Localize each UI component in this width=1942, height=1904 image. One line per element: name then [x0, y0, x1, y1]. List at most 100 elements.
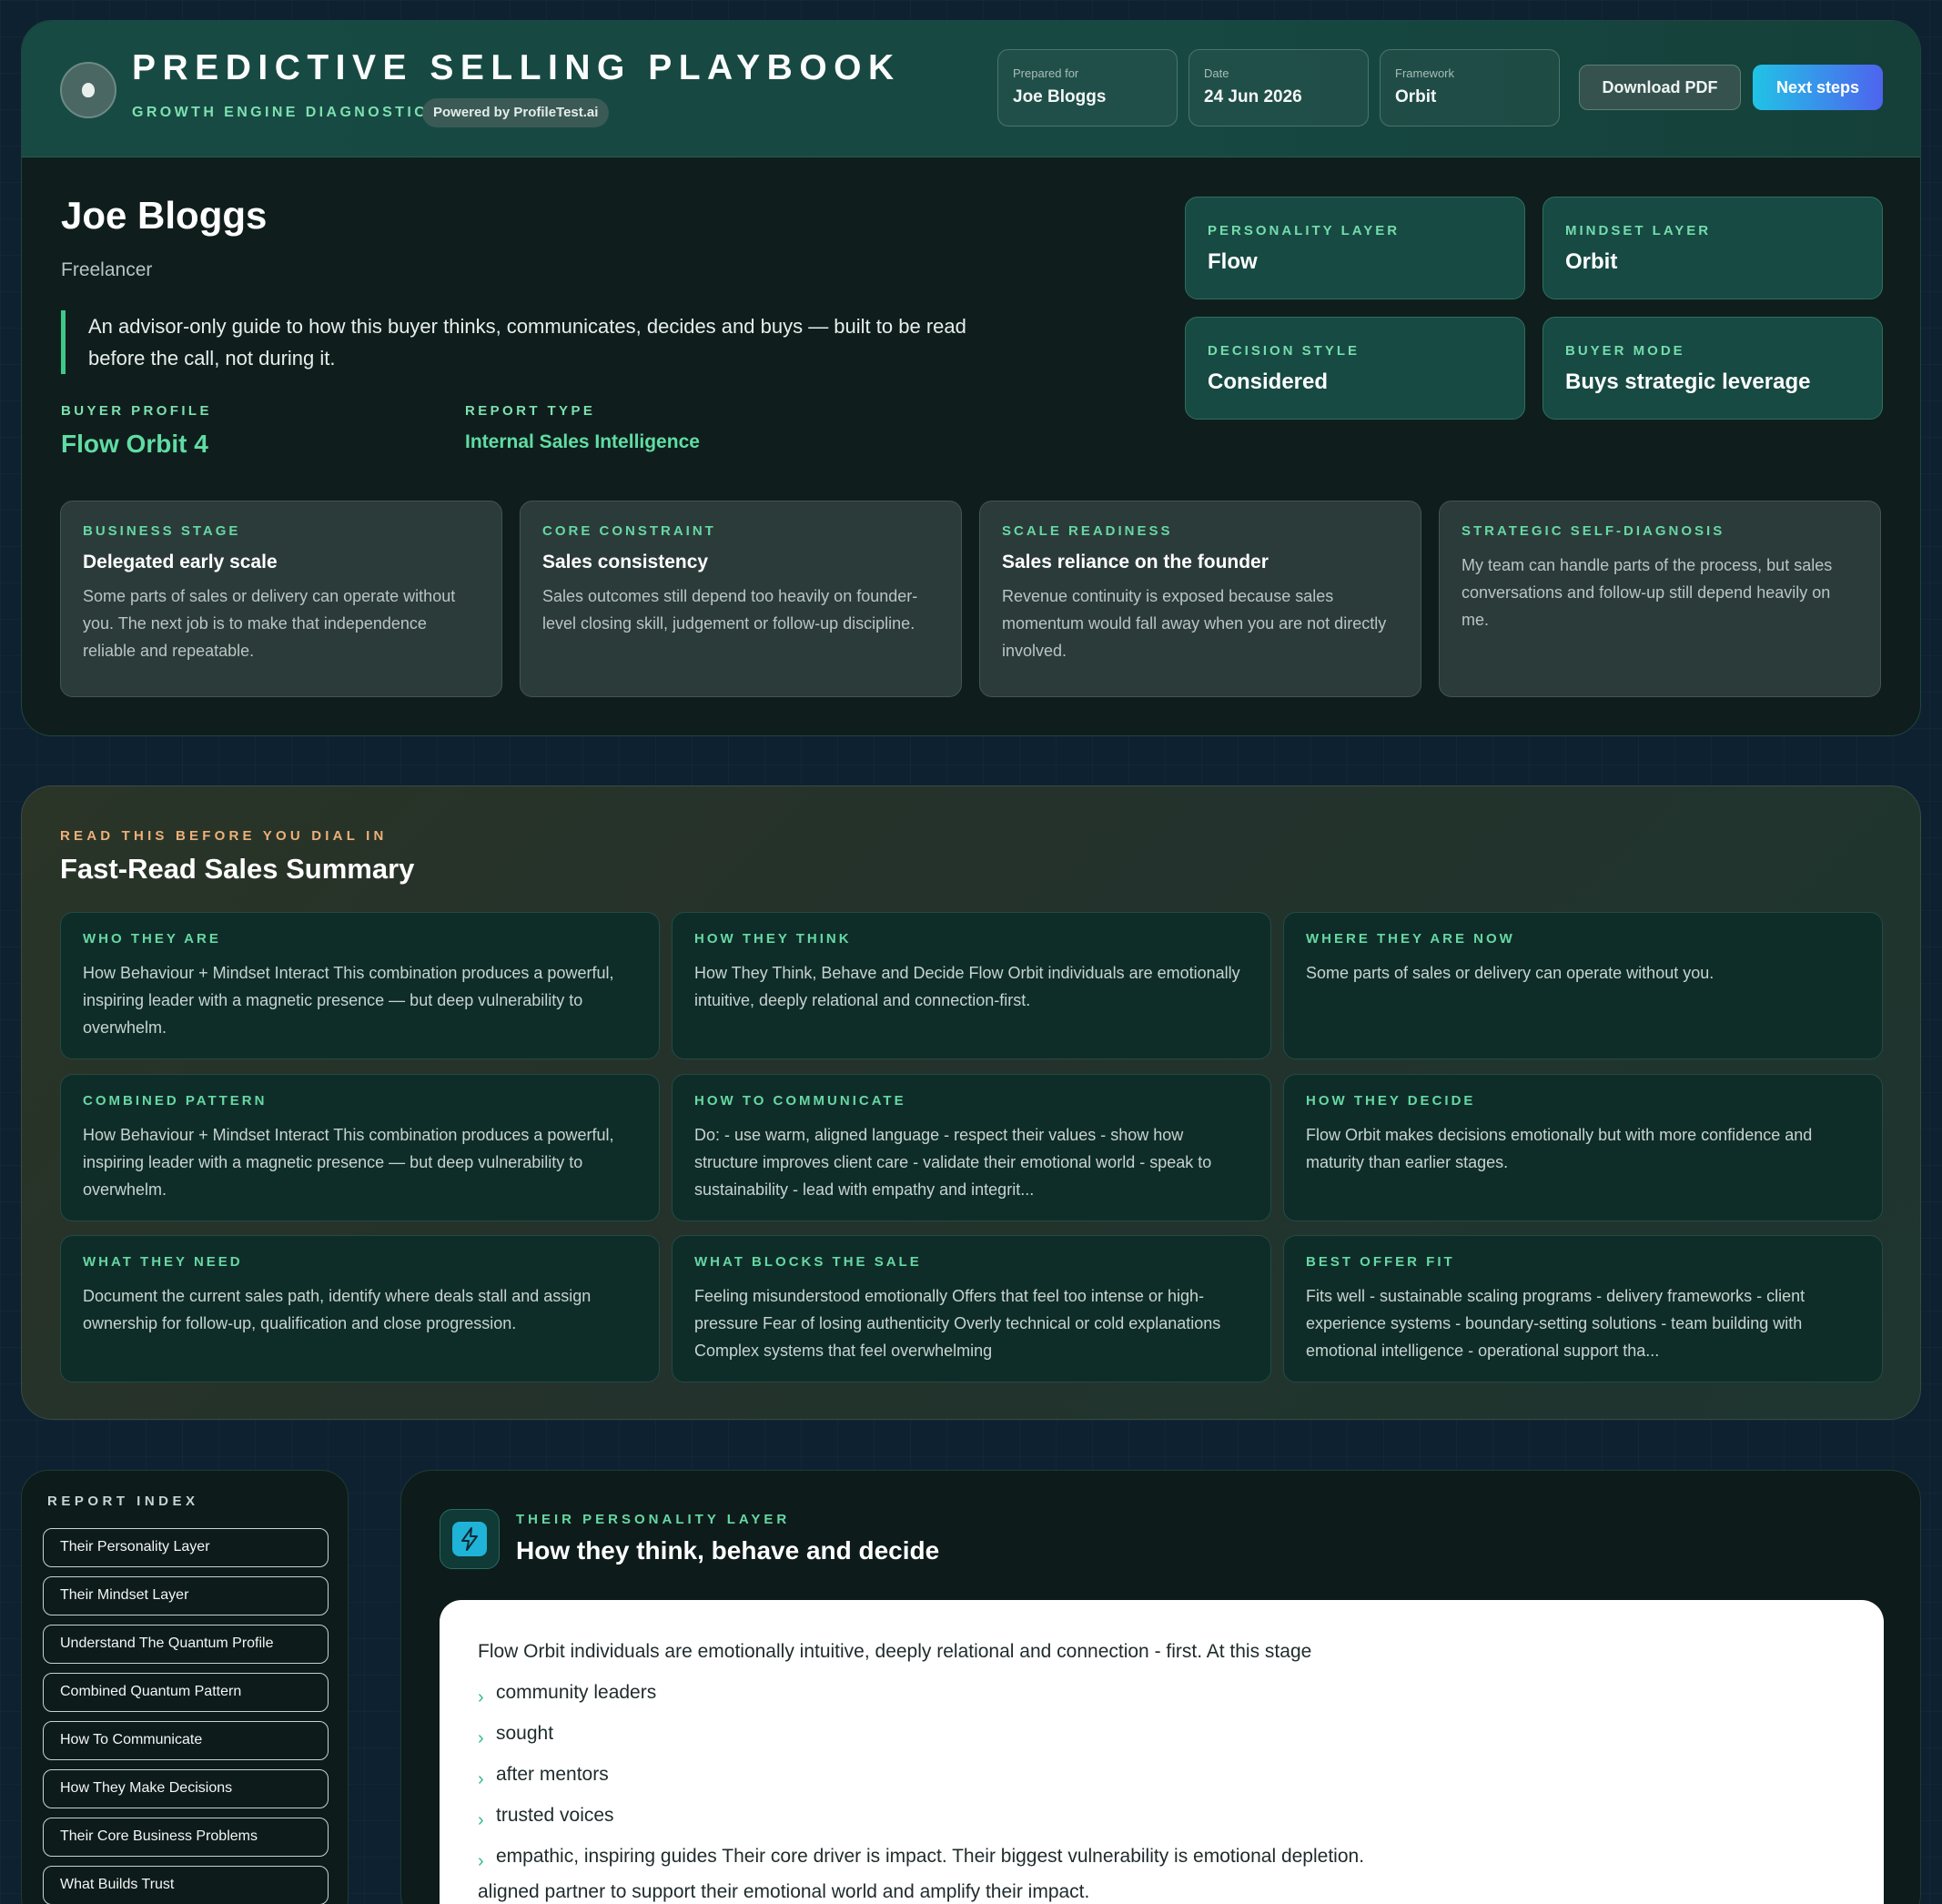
list-item-text: community leaders: [496, 1682, 657, 1703]
report-type-value: Internal Sales Intelligence: [465, 431, 700, 452]
summary-tile-think: HOW THEY THINK How They Think, Behave an…: [672, 912, 1271, 1059]
tile-text: Do: - use warm, aligned language - respe…: [694, 1126, 1212, 1199]
powered-by-badge: Powered by ProfileTest.ai: [422, 98, 610, 127]
tile-label: WHO THEY ARE: [83, 931, 221, 947]
lightning-icon: [440, 1509, 500, 1569]
chevron-right-icon: ›: [478, 1851, 484, 1871]
next-steps-button[interactable]: Next steps: [1753, 65, 1883, 110]
summary-kicker: READ THIS BEFORE YOU DIAL IN: [60, 828, 388, 844]
stage-text: Sales outcomes still depend too heavily …: [542, 587, 918, 633]
meta-value: Orbit: [1395, 87, 1437, 106]
chevron-right-icon: ›: [478, 1728, 484, 1748]
report-type-label: REPORT TYPE: [465, 403, 596, 419]
index-item-mindset-layer[interactable]: Their Mindset Layer: [43, 1576, 329, 1615]
tile-label: BEST OFFER FIT: [1306, 1254, 1455, 1270]
tile-label: HOW TO COMMUNICATE: [694, 1093, 906, 1109]
summary-tile-now: WHERE THEY ARE NOW Some parts of sales o…: [1283, 912, 1883, 1059]
chevron-right-icon: ›: [478, 1687, 484, 1707]
download-pdf-button[interactable]: Download PDF: [1579, 65, 1741, 110]
index-item-business-problems[interactable]: Their Core Business Problems: [43, 1818, 329, 1857]
layer-label: BUYER MODE: [1565, 343, 1685, 359]
chevron-right-icon: ›: [478, 1810, 484, 1830]
summary-tile-need: WHAT THEY NEED Document the current sale…: [60, 1235, 660, 1382]
report-index: REPORT INDEX Their Personality Layer The…: [21, 1470, 349, 1904]
layer-value: Orbit: [1565, 249, 1618, 274]
meta-label: Prepared for: [1013, 66, 1079, 80]
personality-section: THEIR PERSONALITY LAYER How they think, …: [400, 1470, 1921, 1904]
index-item-decisions[interactable]: How They Make Decisions: [43, 1769, 329, 1808]
content-lead: Flow Orbit individuals are emotionally i…: [478, 1641, 1312, 1662]
stage-label: BUSINESS STAGE: [83, 523, 241, 539]
summary-tile-blocks: WHAT BLOCKS THE SALE Feeling misundersto…: [672, 1235, 1271, 1382]
buyer-profile: BUYER PROFILE Flow Orbit 4: [61, 403, 212, 459]
content-tail: aligned partner to support their emotion…: [478, 1881, 1090, 1902]
tile-text: Some parts of sales or delivery can oper…: [1306, 964, 1714, 982]
index-item-combined-pattern[interactable]: Combined Quantum Pattern: [43, 1673, 329, 1712]
sales-summary-card: READ THIS BEFORE YOU DIAL IN Fast-Read S…: [21, 785, 1921, 1420]
summary-tile-communicate: HOW TO COMMUNICATE Do: - use warm, align…: [672, 1074, 1271, 1221]
stage-title: Sales reliance on the founder: [1002, 552, 1269, 572]
stage-label: SCALE READINESS: [1002, 523, 1173, 539]
tile-label: WHAT THEY NEED: [83, 1254, 243, 1270]
stage-label: CORE CONSTRAINT: [542, 523, 716, 539]
buyer-profile-value: Flow Orbit 4: [61, 430, 208, 458]
tile-label: WHERE THEY ARE NOW: [1306, 931, 1515, 947]
tile-label: HOW THEY THINK: [694, 931, 852, 947]
self-diagnosis-card: STRATEGIC SELF-DIAGNOSIS My team can han…: [1439, 501, 1881, 697]
meta-label: Date: [1204, 66, 1229, 80]
list-item-text: empathic, inspiring guides Their core dr…: [496, 1846, 1365, 1867]
tile-text: Feeling misunderstood emotionally Offers…: [694, 1287, 1221, 1360]
tile-label: COMBINED PATTERN: [83, 1093, 268, 1109]
stage-text: Some parts of sales or delivery can oper…: [83, 587, 456, 660]
buyer-mode-card: BUYER MODE Buys strategic leverage: [1542, 317, 1883, 420]
stage-text: Revenue continuity is exposed because sa…: [1002, 587, 1387, 660]
app-subtitle: GROWTH ENGINE DIAGNOSTIC: [132, 105, 429, 120]
client-name: Joe Bloggs: [61, 194, 268, 237]
app-header: PREDICTIVE SELLING PLAYBOOK GROWTH ENGIN…: [22, 21, 1920, 157]
scale-readiness-card: SCALE READINESS Sales reliance on the fo…: [979, 501, 1421, 697]
summary-title: Fast-Read Sales Summary: [60, 853, 415, 885]
meta-label: Framework: [1395, 66, 1455, 80]
section-kicker: THEIR PERSONALITY LAYER: [516, 1512, 791, 1527]
tile-text: Fits well - sustainable scaling programs…: [1306, 1287, 1805, 1360]
buyer-profile-label: BUYER PROFILE: [61, 403, 212, 419]
decision-style-card: DECISION STYLE Considered: [1185, 317, 1525, 420]
client-role: Freelancer: [61, 259, 153, 280]
meta-framework: Framework Orbit: [1380, 49, 1560, 127]
app-title: PREDICTIVE SELLING PLAYBOOK: [132, 48, 901, 87]
meta-value: 24 Jun 2026: [1204, 87, 1302, 106]
meta-value: Joe Bloggs: [1013, 87, 1107, 106]
index-item-builds-trust[interactable]: What Builds Trust: [43, 1866, 329, 1904]
mindset-layer-card: MINDSET LAYER Orbit: [1542, 197, 1883, 299]
layer-label: PERSONALITY LAYER: [1208, 223, 1401, 238]
tile-label: WHAT BLOCKS THE SALE: [694, 1254, 922, 1270]
list-item-text: after mentors: [496, 1764, 609, 1785]
list-item-text: trusted voices: [496, 1805, 614, 1826]
profile-card: PREDICTIVE SELLING PLAYBOOK GROWTH ENGIN…: [21, 20, 1921, 736]
report-index-title: REPORT INDEX: [47, 1494, 199, 1509]
summary-tile-offer-fit: BEST OFFER FIT Fits well - sustainable s…: [1283, 1235, 1883, 1382]
business-stage-card: BUSINESS STAGE Delegated early scale Som…: [60, 501, 502, 697]
stage-label: STRATEGIC SELF-DIAGNOSIS: [1462, 523, 1725, 539]
core-constraint-card: CORE CONSTRAINT Sales consistency Sales …: [520, 501, 962, 697]
index-item-personality-layer[interactable]: Their Personality Layer: [43, 1528, 329, 1567]
list-item: › empathic, inspiring guides Their core …: [478, 1843, 1846, 1871]
meta-date: Date 24 Jun 2026: [1188, 49, 1369, 127]
list-item-text: sought: [496, 1723, 554, 1744]
section-content-panel: Flow Orbit individuals are emotionally i…: [440, 1600, 1884, 1904]
brand-logo-icon: [60, 62, 116, 118]
stage-title: Delegated early scale: [83, 552, 278, 572]
tile-text: Document the current sales path, identif…: [83, 1287, 592, 1332]
layer-label: DECISION STYLE: [1208, 343, 1360, 359]
list-item: › after mentors: [478, 1761, 1846, 1789]
meta-prepared-for: Prepared for Joe Bloggs: [997, 49, 1178, 127]
layer-label: MINDSET LAYER: [1565, 223, 1712, 238]
summary-tile-decide: HOW THEY DECIDE Flow Orbit makes decisio…: [1283, 1074, 1883, 1221]
intro-quote: An advisor-only guide to how this buyer …: [61, 310, 971, 374]
summary-tile-pattern: COMBINED PATTERN How Behaviour + Mindset…: [60, 1074, 660, 1221]
index-item-how-to-communicate[interactable]: How To Communicate: [43, 1721, 329, 1760]
chevron-right-icon: ›: [478, 1769, 484, 1789]
tile-label: HOW THEY DECIDE: [1306, 1093, 1476, 1109]
index-item-quantum-profile[interactable]: Understand The Quantum Profile: [43, 1625, 329, 1664]
stage-text: My team can handle parts of the process,…: [1462, 556, 1833, 629]
